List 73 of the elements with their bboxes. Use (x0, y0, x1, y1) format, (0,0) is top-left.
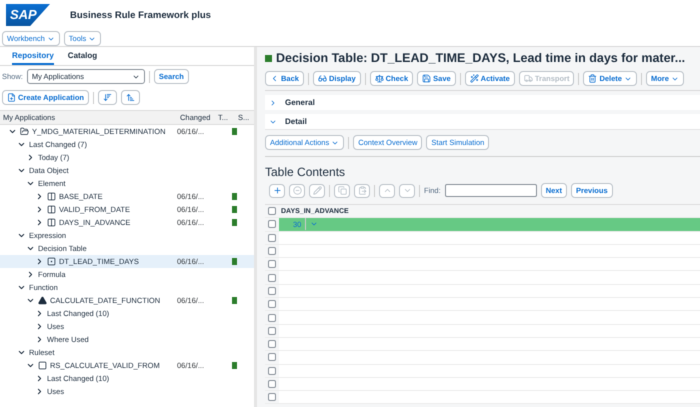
plus-icon (272, 186, 282, 195)
chevron-right-icon[interactable] (35, 205, 44, 214)
chevron-down-icon[interactable] (17, 140, 26, 149)
minus-circle-icon (292, 186, 302, 195)
chevron-down-icon[interactable] (17, 166, 26, 175)
chevron-down-icon (402, 186, 412, 195)
columns-icon (47, 205, 56, 214)
section-title: Table Contents (265, 165, 346, 179)
row-checkbox[interactable] (268, 286, 276, 295)
chevron-down-icon[interactable] (26, 361, 35, 370)
chevron-right-icon[interactable] (35, 218, 44, 227)
file-plus-icon (7, 93, 16, 102)
select-all-checkbox[interactable] (268, 207, 276, 216)
sort-descending-icon (102, 93, 112, 102)
chevron-right-icon[interactable] (35, 374, 44, 383)
row-checkbox[interactable] (268, 220, 276, 228)
row-checkbox[interactable] (268, 260, 276, 268)
pencil-icon (312, 186, 322, 195)
chevron-down-icon[interactable] (17, 283, 26, 292)
tab[interactable]: Repository (12, 50, 54, 65)
chevron-right-icon[interactable] (35, 322, 44, 331)
sort-descending-button[interactable] (98, 90, 117, 105)
add-row-button[interactable] (269, 184, 285, 198)
scale-icon (374, 74, 384, 83)
row-checkbox[interactable] (268, 353, 276, 362)
chevron-right-icon[interactable] (35, 309, 44, 318)
chevron-right-icon[interactable] (35, 192, 44, 201)
row-checkbox[interactable] (268, 366, 276, 375)
section-header[interactable]: General (265, 95, 700, 110)
save-icon (422, 74, 432, 83)
chevron-down-icon[interactable] (26, 296, 35, 305)
chevron-right-icon[interactable] (35, 257, 44, 266)
find-field[interactable] (444, 184, 537, 197)
row-checkbox[interactable] (268, 340, 276, 348)
square-icon (38, 361, 47, 370)
sort-ascending-button[interactable] (120, 90, 140, 105)
row-checkbox[interactable] (268, 247, 276, 256)
truck-icon (524, 74, 533, 83)
triangle-icon (38, 296, 47, 305)
app-title: Business Rule Framework plus (70, 10, 211, 20)
row-checkbox[interactable] (268, 380, 276, 388)
folder-icon (20, 127, 29, 136)
copy-icon (338, 186, 346, 195)
chevron-down-icon[interactable] (26, 244, 35, 253)
columns-icon (47, 218, 56, 227)
row-checkbox[interactable] (268, 326, 276, 335)
chevron-right-icon[interactable] (35, 387, 44, 396)
chevron-up-icon (382, 186, 392, 195)
glasses-icon (318, 74, 327, 83)
chevron-right-icon[interactable] (26, 153, 35, 162)
columns-icon (47, 192, 56, 201)
chevron-right-icon[interactable] (35, 335, 44, 344)
sort-ascending-icon (126, 93, 135, 102)
row-checkbox[interactable] (268, 234, 276, 242)
row-checkbox[interactable] (268, 393, 276, 402)
chevron-right-icon[interactable] (26, 270, 35, 279)
trash-icon (588, 74, 598, 83)
chevron-right-icon (269, 98, 277, 106)
chevron-down-icon[interactable] (17, 231, 26, 240)
chevron-down-icon[interactable] (26, 179, 35, 188)
table-cell[interactable] (279, 232, 700, 244)
page-title: Decision Table: DT_LEAD_TIME_DAYS, Lead time in days for mater... (276, 51, 686, 65)
chevron-down-icon[interactable] (8, 127, 17, 136)
row-checkbox[interactable] (268, 314, 276, 322)
row-checkbox[interactable] (268, 300, 276, 308)
wand-icon (470, 74, 479, 83)
row-checkbox[interactable] (268, 274, 276, 282)
sap-logo: SAP (6, 4, 50, 26)
chevron-left-icon (270, 74, 279, 83)
section-header[interactable]: Detail (265, 114, 700, 129)
chevron-down-icon[interactable] (17, 348, 26, 357)
paste-icon (358, 186, 366, 195)
tab[interactable]: Catalog (68, 50, 98, 65)
